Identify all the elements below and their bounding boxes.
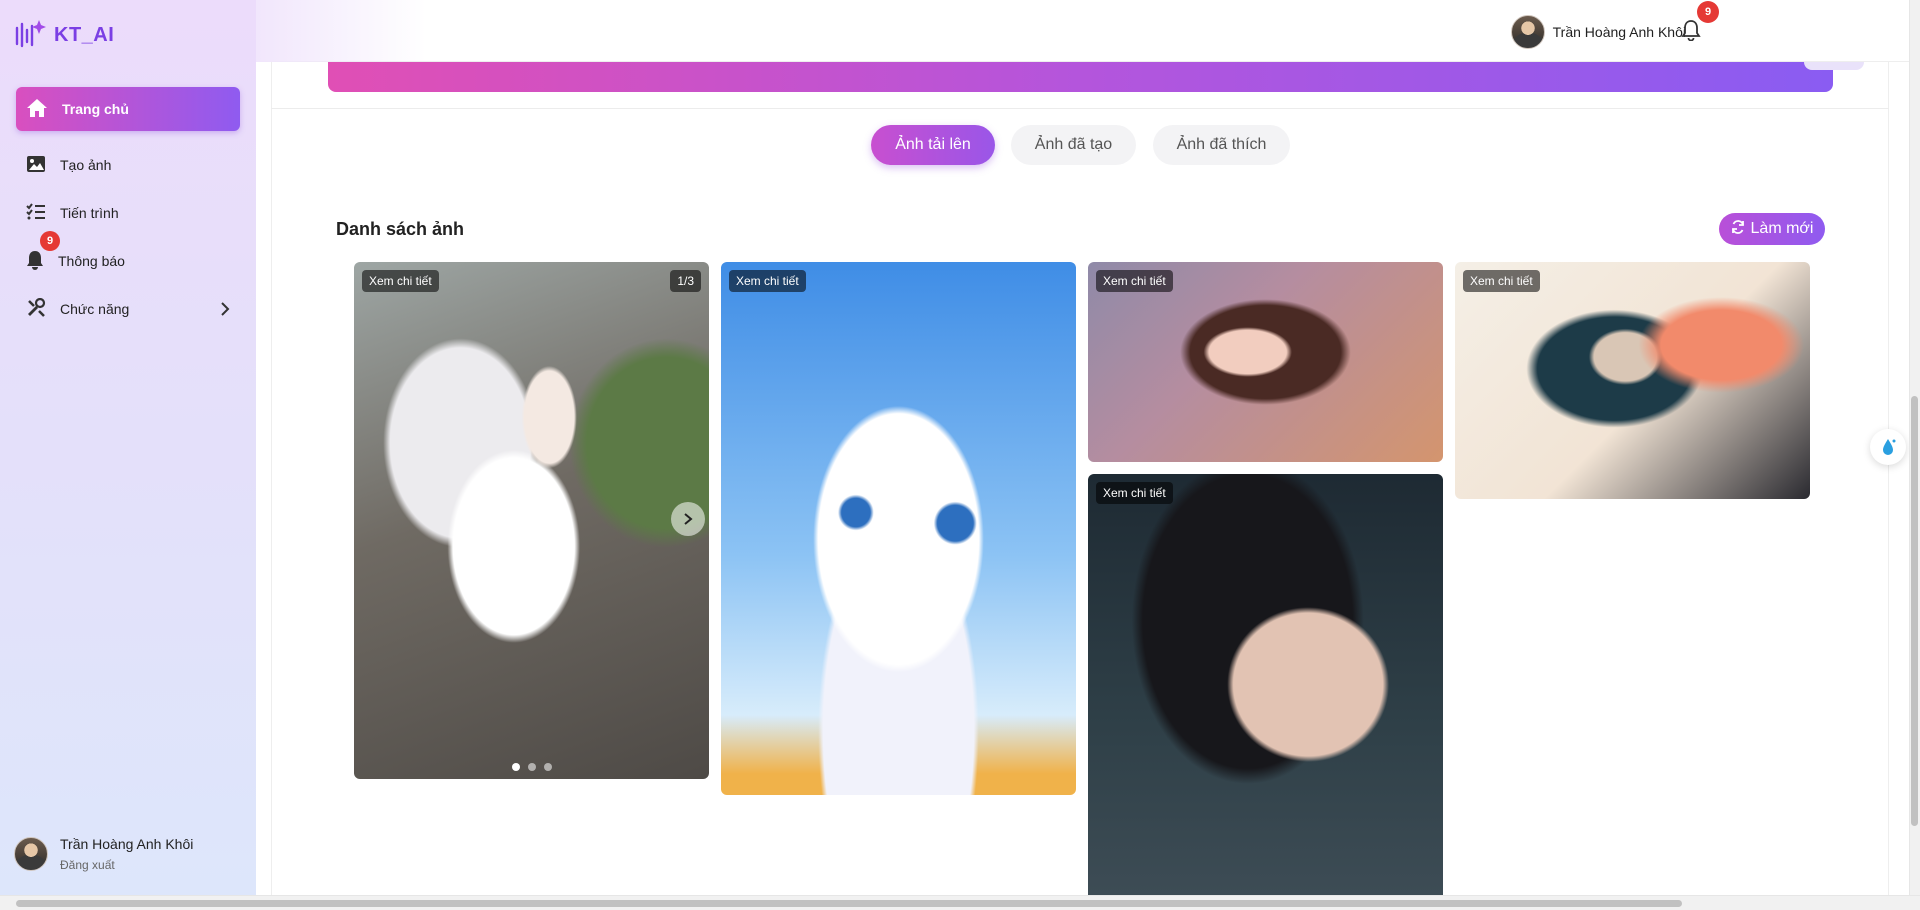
refresh-button[interactable]: Làm mới [1719,213,1825,245]
view-detail-label[interactable]: Xem chi tiết [1096,482,1173,504]
slide-counter: 1/3 [670,270,701,292]
notification-bell-icon[interactable] [1681,19,1701,46]
sidebar-item-label: Chức năng [60,301,130,317]
gallery-card[interactable]: Xem chi tiết [1455,262,1810,499]
sidebar-item-home[interactable]: Trang chủ [16,87,240,131]
bell-icon [26,250,44,273]
sidebar-item-label: Tiến trình [60,205,119,221]
image-icon [26,155,46,176]
gallery-card[interactable]: Xem chi tiết 1/3 [354,262,709,779]
view-detail-label[interactable]: Xem chi tiết [729,270,806,292]
list-check-icon [26,202,46,224]
notification-badge: 9 [1697,1,1719,23]
water-drop-icon[interactable] [1870,429,1906,465]
refresh-icon [1731,219,1745,239]
tab-uploaded[interactable]: Ảnh tải lên [871,125,995,165]
logo-icon [14,18,46,53]
header-user[interactable]: Trần Hoàng Anh Khôi [1510,15,1686,49]
tools-icon [26,297,46,321]
logo[interactable]: KT_AI [14,18,114,53]
horizontal-scrollbar[interactable] [0,895,1920,910]
sidebar-item-create-image[interactable]: Tạo ảnh [16,143,240,187]
sidebar-user[interactable]: Trần Hoàng Anh Khôi Đăng xuất [14,836,193,872]
tab-liked[interactable]: Ảnh đã thích [1153,125,1290,165]
profile-banner [328,62,1833,92]
refresh-label: Làm mới [1750,220,1814,237]
slide-dot[interactable] [543,763,552,771]
sidebar-user-name: Trần Hoàng Anh Khôi [60,836,194,852]
sidebar-item-label: Trang chủ [62,101,129,117]
chevron-right-icon [220,301,230,320]
top-header: Trần Hoàng Anh Khôi 9 [256,0,1909,62]
sidebar: KT_AI Trang chủ Tạo ảnh Tiến trình Thông… [0,0,256,895]
view-detail-label[interactable]: Xem chi tiết [362,270,439,292]
slide-dots [511,763,552,771]
gallery-card[interactable]: Xem chi tiết [1088,262,1443,462]
sidebar-item-progress[interactable]: Tiến trình [16,191,240,235]
tab-created[interactable]: Ảnh đã tạo [1011,125,1136,165]
view-detail-label[interactable]: Xem chi tiết [1096,270,1173,292]
home-icon [26,98,48,121]
banner-avatar [1804,62,1864,70]
view-detail-label[interactable]: Xem chi tiết [1463,270,1540,292]
slide-dot[interactable] [511,763,520,771]
gallery-card[interactable]: Xem chi tiết [1088,474,1443,895]
logo-text: KT_AI [54,24,115,46]
sidebar-notification-badge: 9 [40,231,60,251]
slide-dot[interactable] [527,763,536,771]
sidebar-item-label: Tạo ảnh [60,157,112,173]
avatar [14,837,48,871]
header-user-name: Trần Hoàng Anh Khôi [1552,24,1686,40]
next-slide-button[interactable] [671,502,705,536]
avatar [1510,15,1545,49]
gallery-card[interactable]: Xem chi tiết [721,262,1076,795]
logout-link[interactable]: Đăng xuất [60,858,193,872]
gallery-title: Danh sách ảnh [336,219,465,239]
sidebar-item-label: Thông báo [58,253,125,269]
sidebar-item-functions[interactable]: Chức năng [16,287,240,331]
vertical-scrollbar[interactable] [1909,0,1920,895]
